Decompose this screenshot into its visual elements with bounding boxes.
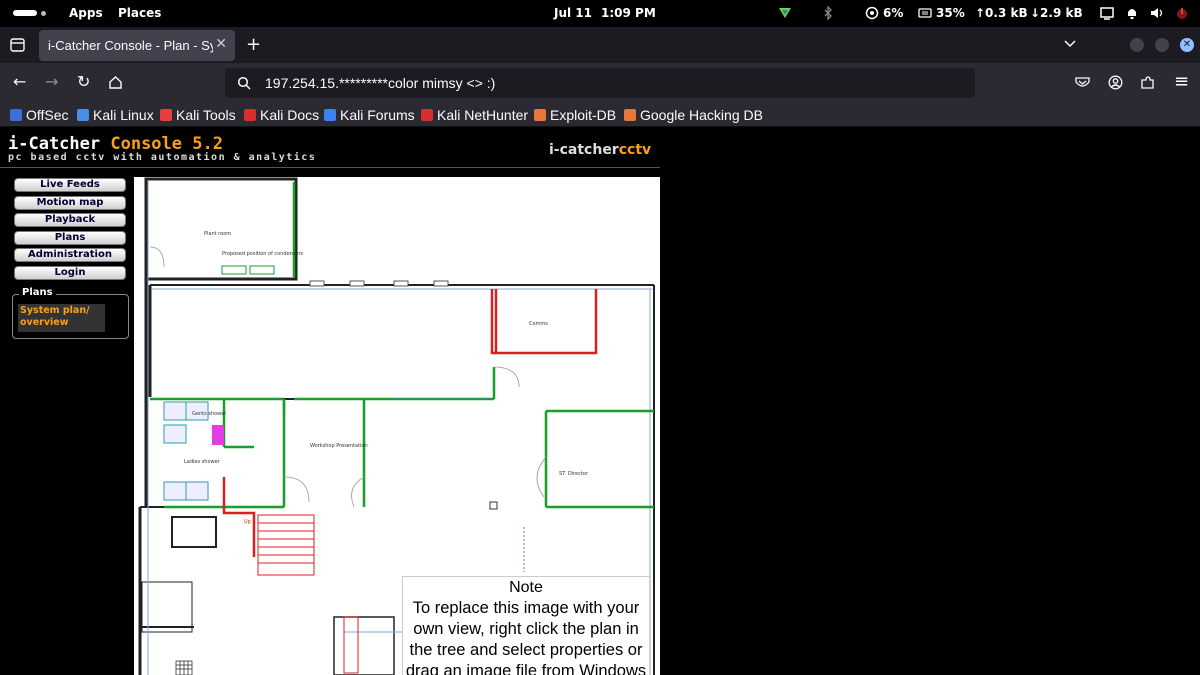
login-button[interactable]: Login bbox=[14, 265, 126, 280]
icatcher-logo: i-catchercctv bbox=[549, 142, 651, 158]
app-menu-icon[interactable]: ≡ bbox=[1174, 71, 1189, 92]
live-feeds-button[interactable]: Live Feeds bbox=[14, 178, 126, 192]
browser-tab-strip: i-Catcher Console - Plan - Sy ✕ + ✕ bbox=[0, 27, 1200, 63]
network-download: ↓2.9 kB bbox=[1030, 6, 1083, 20]
system-top-bar: Apps Places Jul 11 1:09 PM 6% 35% ↑0.3 k… bbox=[0, 0, 1200, 27]
note-body: To replace this image with your own view… bbox=[405, 599, 647, 675]
forward-icon[interactable]: → bbox=[45, 72, 58, 91]
bookmark-label: Kali NetHunter bbox=[437, 107, 529, 123]
window-close-icon[interactable]: ✕ bbox=[1180, 38, 1194, 52]
home-icon[interactable] bbox=[108, 75, 123, 90]
motion-map-button[interactable]: Motion map bbox=[14, 195, 126, 210]
plan-tree-item-system-overview[interactable]: System plan/ overview bbox=[18, 304, 105, 332]
console-menu: Live Feeds Motion map Playback Plans Adm… bbox=[14, 178, 126, 283]
memory-icon bbox=[918, 8, 932, 18]
cpu-icon bbox=[865, 6, 879, 20]
memory-usage: 35% bbox=[936, 6, 965, 20]
tab-title: i-Catcher Console - Plan - Sy bbox=[48, 38, 213, 53]
address-bar[interactable]: 197.254.15.*********color mimsy <> :) bbox=[225, 68, 975, 98]
exploit-db-icon bbox=[534, 109, 546, 121]
bookmark-label: Google Hacking DB bbox=[640, 107, 763, 123]
note-heading: Note bbox=[509, 579, 543, 596]
bookmark-label: Kali Forums bbox=[340, 107, 415, 123]
plans-button[interactable]: Plans bbox=[14, 230, 126, 245]
bookmarks-toolbar: OffSec Kali Linux Kali Tools Kali Docs K… bbox=[0, 103, 1200, 127]
logo-accent: cctv bbox=[618, 142, 652, 158]
bookmark-kali-tools[interactable]: Kali Tools bbox=[160, 107, 236, 123]
apps-menu[interactable]: Apps bbox=[69, 6, 103, 20]
firefox-view-icon[interactable] bbox=[10, 38, 25, 52]
bookmark-label: Kali Linux bbox=[93, 107, 154, 123]
bookmark-kali-nethunter[interactable]: Kali NetHunter bbox=[421, 107, 528, 123]
clock-time[interactable]: 1:09 PM bbox=[601, 6, 656, 20]
clock-date[interactable]: Jul 11 bbox=[554, 6, 592, 20]
page-content: i-Catcher Console 5.2 pc based cctv with… bbox=[0, 128, 1200, 675]
new-tab-icon[interactable]: + bbox=[246, 34, 261, 55]
cpu-usage: 6% bbox=[883, 6, 904, 20]
bookmark-label: Kali Tools bbox=[176, 107, 236, 123]
volume-icon[interactable] bbox=[1150, 6, 1164, 20]
plan-replace-note: Note To replace this image with your own… bbox=[402, 576, 650, 675]
console-title: i-Catcher Console 5.2 bbox=[8, 134, 223, 154]
kali-forums-icon bbox=[324, 109, 336, 121]
brand-version: Console 5.2 bbox=[110, 134, 223, 154]
tab-active[interactable]: i-Catcher Console - Plan - Sy ✕ bbox=[39, 30, 235, 61]
plan-label-condensers: Proposed position of condensers bbox=[222, 251, 304, 257]
console-tagline: pc based cctv with automation & analytic… bbox=[8, 152, 317, 163]
pocket-icon[interactable] bbox=[1075, 76, 1090, 90]
bookmark-exploit-db[interactable]: Exploit-DB bbox=[534, 107, 616, 123]
administration-button[interactable]: Administration bbox=[14, 248, 126, 262]
kali-docs-icon bbox=[244, 109, 256, 121]
screen-icon[interactable] bbox=[1100, 6, 1114, 20]
logo-main: i-catcher bbox=[549, 142, 619, 158]
kali-nethunter-icon bbox=[421, 109, 433, 121]
plan-label-comms: Comms bbox=[529, 321, 548, 327]
plans-panel: Plans System plan/ overview bbox=[12, 287, 129, 339]
kali-tools-icon bbox=[160, 109, 172, 121]
playback-button[interactable]: Playback bbox=[14, 213, 126, 227]
plan-label-ladies-shower: Ladies shower bbox=[184, 459, 221, 465]
bluetooth-icon[interactable] bbox=[821, 6, 835, 20]
brand-name: i-Catcher bbox=[8, 134, 111, 154]
plan-label-workshop: Workshop Presentation bbox=[310, 443, 368, 449]
bookmark-offsec[interactable]: OffSec bbox=[10, 107, 69, 123]
url-text[interactable]: 197.254.15.*********color mimsy <> :) bbox=[265, 75, 495, 91]
extensions-icon[interactable] bbox=[1140, 75, 1155, 90]
account-icon[interactable] bbox=[1108, 75, 1123, 90]
kali-linux-icon bbox=[77, 109, 89, 121]
google-hacking-db-icon bbox=[624, 109, 636, 121]
bookmark-kali-docs[interactable]: Kali Docs bbox=[244, 107, 319, 123]
offsec-icon bbox=[10, 109, 22, 121]
list-all-tabs-icon[interactable] bbox=[1064, 39, 1076, 49]
bookmark-kali-forums[interactable]: Kali Forums bbox=[324, 107, 415, 123]
tab-close-icon[interactable]: ✕ bbox=[215, 36, 227, 52]
plan-label-up: Up bbox=[244, 519, 251, 525]
workspace-indicator[interactable] bbox=[41, 11, 46, 16]
search-icon bbox=[237, 76, 251, 90]
vpn-icon[interactable] bbox=[778, 6, 792, 20]
navigation-toolbar: ← → ↻ 197.254.15.*********color mimsy <>… bbox=[0, 63, 1200, 103]
console-header: i-Catcher Console 5.2 pc based cctv with… bbox=[0, 128, 660, 168]
back-icon[interactable]: ← bbox=[13, 72, 26, 91]
places-menu[interactable]: Places bbox=[118, 6, 161, 20]
bookmark-google-hacking-db[interactable]: Google Hacking DB bbox=[624, 107, 763, 123]
bookmark-label: OffSec bbox=[26, 107, 69, 123]
window-maximize-icon[interactable] bbox=[1155, 38, 1169, 52]
bookmark-label: Kali Docs bbox=[260, 107, 320, 123]
reload-icon[interactable]: ↻ bbox=[77, 72, 90, 91]
plans-legend: Plans bbox=[19, 287, 56, 298]
plan-label-plant-room: Plant room bbox=[204, 231, 231, 237]
window-minimize-icon[interactable] bbox=[1130, 38, 1144, 52]
notification-bell-icon[interactable] bbox=[1125, 6, 1139, 20]
bookmark-label: Exploit-DB bbox=[550, 107, 617, 123]
workspace-indicator-active[interactable] bbox=[13, 10, 37, 16]
bookmark-kali-linux[interactable]: Kali Linux bbox=[77, 107, 154, 123]
plan-label-gents-shower: Gents shower bbox=[192, 411, 227, 417]
plan-label-director: ST. Director bbox=[559, 471, 589, 477]
network-upload: ↑0.3 kB bbox=[975, 6, 1028, 20]
power-icon[interactable] bbox=[1175, 6, 1189, 20]
